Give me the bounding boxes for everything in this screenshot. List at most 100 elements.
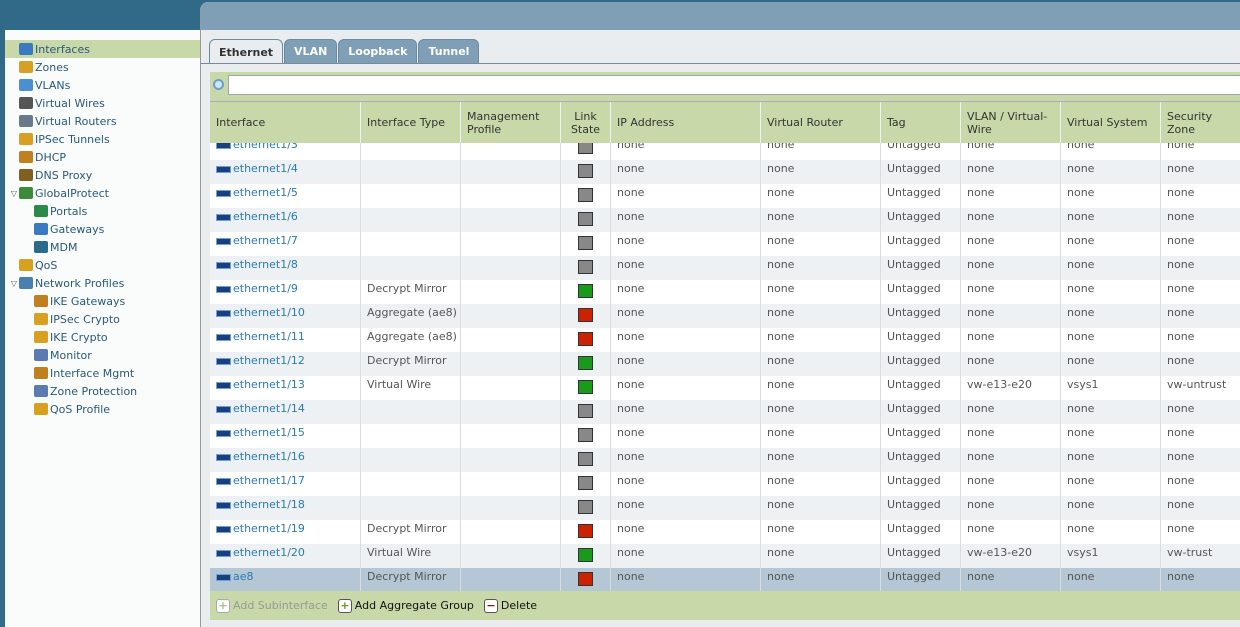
table-row[interactable]: ethernet1/14 none none Untagged none none none	[210, 400, 1240, 424]
sidebar-item-qos-profile[interactable]: QoS Profile	[5, 400, 200, 418]
ethernet-port-icon	[216, 573, 231, 581]
sidebar-item-interface-mgmt[interactable]: Interface Mgmt	[5, 364, 200, 382]
table-row[interactable]: ethernet1/18 none none Untagged none none none	[210, 496, 1240, 520]
sidebar-item-virtual-wires[interactable]: Virtual Wires	[5, 94, 200, 112]
tab-loopback[interactable]: Loopback	[338, 39, 418, 63]
sidebar-item-mdm[interactable]: MDM	[5, 238, 200, 256]
column-header[interactable]: Interface	[210, 102, 361, 143]
interface-cell[interactable]: ethernet1/8	[210, 256, 361, 280]
table-row[interactable]: ethernet1/4 none none Untagged none none none	[210, 160, 1240, 184]
table-row[interactable]: ethernet1/3 none none Untagged none none none	[210, 143, 1240, 160]
expand-triangle-icon[interactable]: ▽	[9, 189, 19, 198]
table-cell	[461, 304, 561, 328]
column-header[interactable]: Interface Type	[361, 102, 461, 143]
sidebar-item-monitor[interactable]: Monitor	[5, 346, 200, 364]
sidebar-item-dns-proxy[interactable]: DNS Proxy	[5, 166, 200, 184]
expand-triangle-icon[interactable]: ▽	[9, 279, 19, 288]
interface-cell[interactable]: ethernet1/16	[210, 448, 361, 472]
sidebar-item-globalprotect[interactable]: ▽ GlobalProtect	[5, 184, 200, 202]
table-cell	[461, 472, 561, 496]
table-cell: none	[611, 304, 761, 328]
interface-cell[interactable]: ethernet1/14	[210, 400, 361, 424]
table-row[interactable]: ethernet1/19 Decrypt Mirror none none Untagg…	[210, 520, 1240, 544]
table-row[interactable]: ethernet1/7 none none Untagged none none none	[210, 232, 1240, 256]
sidebar-item-virtual-routers[interactable]: Virtual Routers	[5, 112, 200, 130]
add-aggregate-group-button[interactable]: + Add Aggregate Group	[337, 598, 474, 613]
table-row[interactable]: ethernet1/11 Aggregate (ae8) none none Untag…	[210, 328, 1240, 352]
interface-cell[interactable]: ethernet1/13	[210, 376, 361, 400]
sidebar-item-network-profiles[interactable]: ▽ Network Profiles	[5, 274, 200, 292]
table-header: Interface Interface Type Management Profil…	[210, 101, 1240, 143]
column-header[interactable]: Virtual Router	[761, 102, 881, 143]
table-row[interactable]: ethernet1/9 Decrypt Mirror none none Untagge…	[210, 280, 1240, 304]
interface-cell[interactable]: ethernet1/12	[210, 352, 361, 376]
table-row[interactable]: ethernet1/12 Decrypt Mirror none none Untagg…	[210, 352, 1240, 376]
column-header[interactable]: Virtual System	[1061, 102, 1161, 143]
interface-cell[interactable]: ethernet1/20	[210, 544, 361, 568]
interface-cell[interactable]: ethernet1/3	[210, 143, 361, 160]
table-cell: none	[611, 232, 761, 256]
mdm-icon	[34, 241, 48, 253]
lock-icon	[34, 331, 48, 343]
interface-cell[interactable]: ethernet1/17	[210, 472, 361, 496]
table-cell: vsys1	[1061, 376, 1161, 400]
table-row[interactable]: ethernet1/15 none none Untagged none none none	[210, 424, 1240, 448]
sidebar-item-zone-protection[interactable]: Zone Protection	[5, 382, 200, 400]
interface-cell[interactable]: ethernet1/7	[210, 232, 361, 256]
sidebar-item-gateways[interactable]: Gateways	[5, 220, 200, 238]
sidebar-item-ipsec-tunnels[interactable]: IPSec Tunnels	[5, 130, 200, 148]
interface-cell[interactable]: ethernet1/10	[210, 304, 361, 328]
interface-cell[interactable]: ethernet1/15	[210, 424, 361, 448]
table-row[interactable]: ethernet1/8 none none Untagged none none none	[210, 256, 1240, 280]
search-input[interactable]	[228, 75, 1240, 95]
interface-cell[interactable]: ethernet1/6	[210, 208, 361, 232]
column-header[interactable]: Tag	[881, 102, 961, 143]
table-cell: none	[611, 352, 761, 376]
tab-tunnel[interactable]: Tunnel	[418, 39, 480, 63]
sidebar-item-ike-crypto[interactable]: IKE Crypto	[5, 328, 200, 346]
table-row[interactable]: ethernet1/13 Virtual Wire none none Untagged…	[210, 376, 1240, 400]
table-cell	[461, 232, 561, 256]
delete-button[interactable]: − Delete	[483, 598, 537, 613]
sidebar-item-ike-gateways[interactable]: IKE Gateways	[5, 292, 200, 310]
interface-cell[interactable]: ethernet1/11	[210, 328, 361, 352]
add-subinterface-button[interactable]: + Add Subinterface	[216, 598, 328, 613]
table-row[interactable]: ethernet1/20 Virtual Wire none none Untagged…	[210, 544, 1240, 568]
table-cell: none	[761, 376, 881, 400]
sidebar-item-qos[interactable]: QoS	[5, 256, 200, 274]
sidebar-item-ipsec-crypto[interactable]: IPSec Crypto	[5, 310, 200, 328]
table-cell: none	[1161, 232, 1240, 256]
interface-cell[interactable]: ethernet1/9	[210, 280, 361, 304]
interface-cell[interactable]: ethernet1/19	[210, 520, 361, 544]
sidebar-item-zones[interactable]: Zones	[5, 58, 200, 76]
table-cell	[361, 184, 461, 208]
table-cell: none	[611, 184, 761, 208]
interface-cell[interactable]: ethernet1/4	[210, 160, 361, 184]
link-state-unknown-icon	[578, 236, 593, 250]
interface-cell[interactable]: ethernet1/18	[210, 496, 361, 520]
column-header[interactable]: IP Address	[611, 102, 761, 143]
sidebar-item-portals[interactable]: Portals	[5, 202, 200, 220]
table-row[interactable]: ae8 Decrypt Mirror none none Untagged none non…	[210, 568, 1240, 592]
table-row[interactable]: ethernet1/16 none none Untagged none none none	[210, 448, 1240, 472]
sidebar-item-dhcp[interactable]: DHCP	[5, 148, 200, 166]
table-row[interactable]: ethernet1/17 none none Untagged none none none	[210, 472, 1240, 496]
table-row[interactable]: ethernet1/10 Aggregate (ae8) none none Untag…	[210, 304, 1240, 328]
tab-vlan[interactable]: VLAN	[284, 39, 338, 63]
interface-cell[interactable]: ethernet1/5	[210, 184, 361, 208]
table-cell: none	[1061, 424, 1161, 448]
column-header[interactable]: Management Profile	[461, 102, 561, 143]
sidebar-item-vlans[interactable]: VLANs	[5, 76, 200, 94]
column-header[interactable]: VLAN / Virtual-Wire	[961, 102, 1061, 143]
table-row[interactable]: ethernet1/6 none none Untagged none none none	[210, 208, 1240, 232]
column-header[interactable]: Security Zone	[1161, 102, 1240, 143]
interface-cell[interactable]: ae8	[210, 568, 361, 592]
table-body[interactable]: ethernet1/3 none none Untagged none none none e…	[210, 143, 1240, 593]
table-cell: vw-untrust	[1161, 376, 1240, 400]
column-header[interactable]: Link State	[561, 102, 611, 143]
link-state-cell	[561, 208, 611, 232]
table-row[interactable]: ethernet1/5 none none Untagged none none none	[210, 184, 1240, 208]
tab-ethernet[interactable]: Ethernet	[209, 39, 284, 64]
link-state-cell	[561, 424, 611, 448]
sidebar-item-interfaces[interactable]: Interfaces	[5, 40, 200, 58]
